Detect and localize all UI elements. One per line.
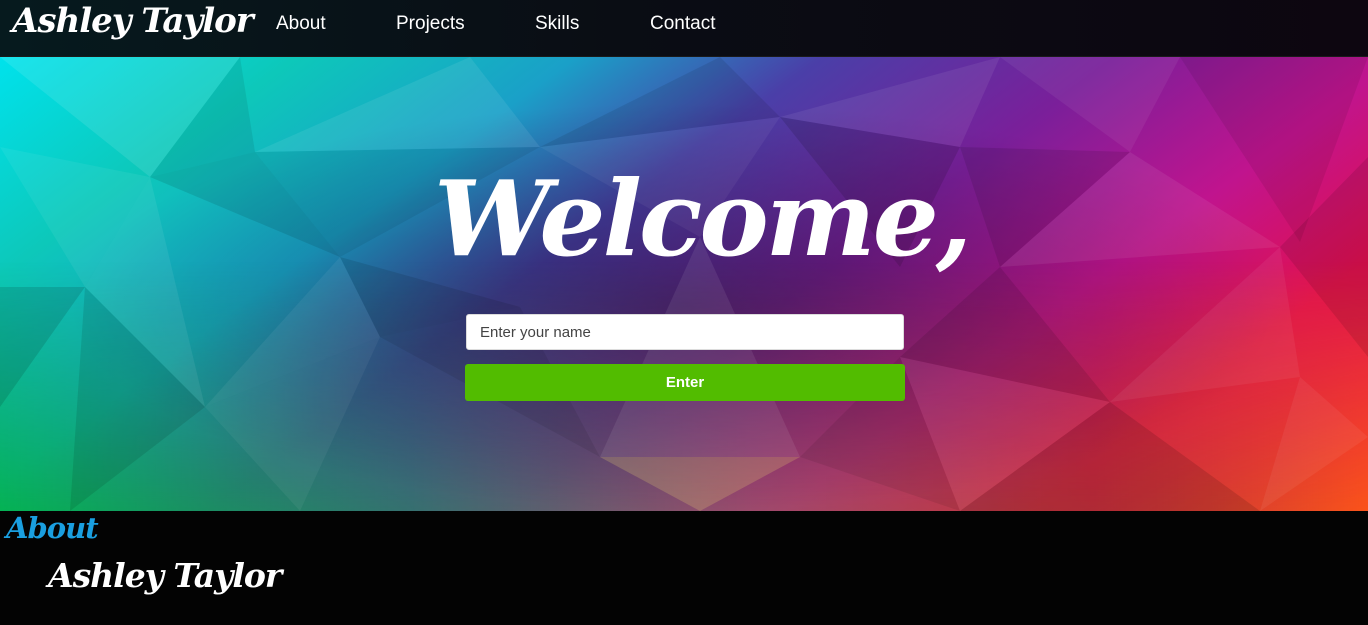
- nav-link-skills[interactable]: Skills: [535, 13, 579, 35]
- top-navbar: Ashley Taylor About Projects Skills Cont…: [0, 0, 1368, 57]
- enter-button[interactable]: Enter: [465, 364, 905, 401]
- welcome-heading: Welcome,: [434, 157, 972, 280]
- site-brand[interactable]: Ashley Taylor: [12, 1, 254, 41]
- name-input[interactable]: [466, 314, 904, 350]
- about-name: Ashley Taylor: [48, 556, 282, 595]
- nav-link-contact[interactable]: Contact: [650, 13, 715, 35]
- hero-background-image: [0, 57, 1368, 511]
- nav-link-projects[interactable]: Projects: [396, 13, 465, 35]
- hero-section: Welcome, Enter: [0, 57, 1368, 511]
- about-heading: About: [6, 511, 99, 545]
- nav-link-about[interactable]: About: [276, 13, 326, 35]
